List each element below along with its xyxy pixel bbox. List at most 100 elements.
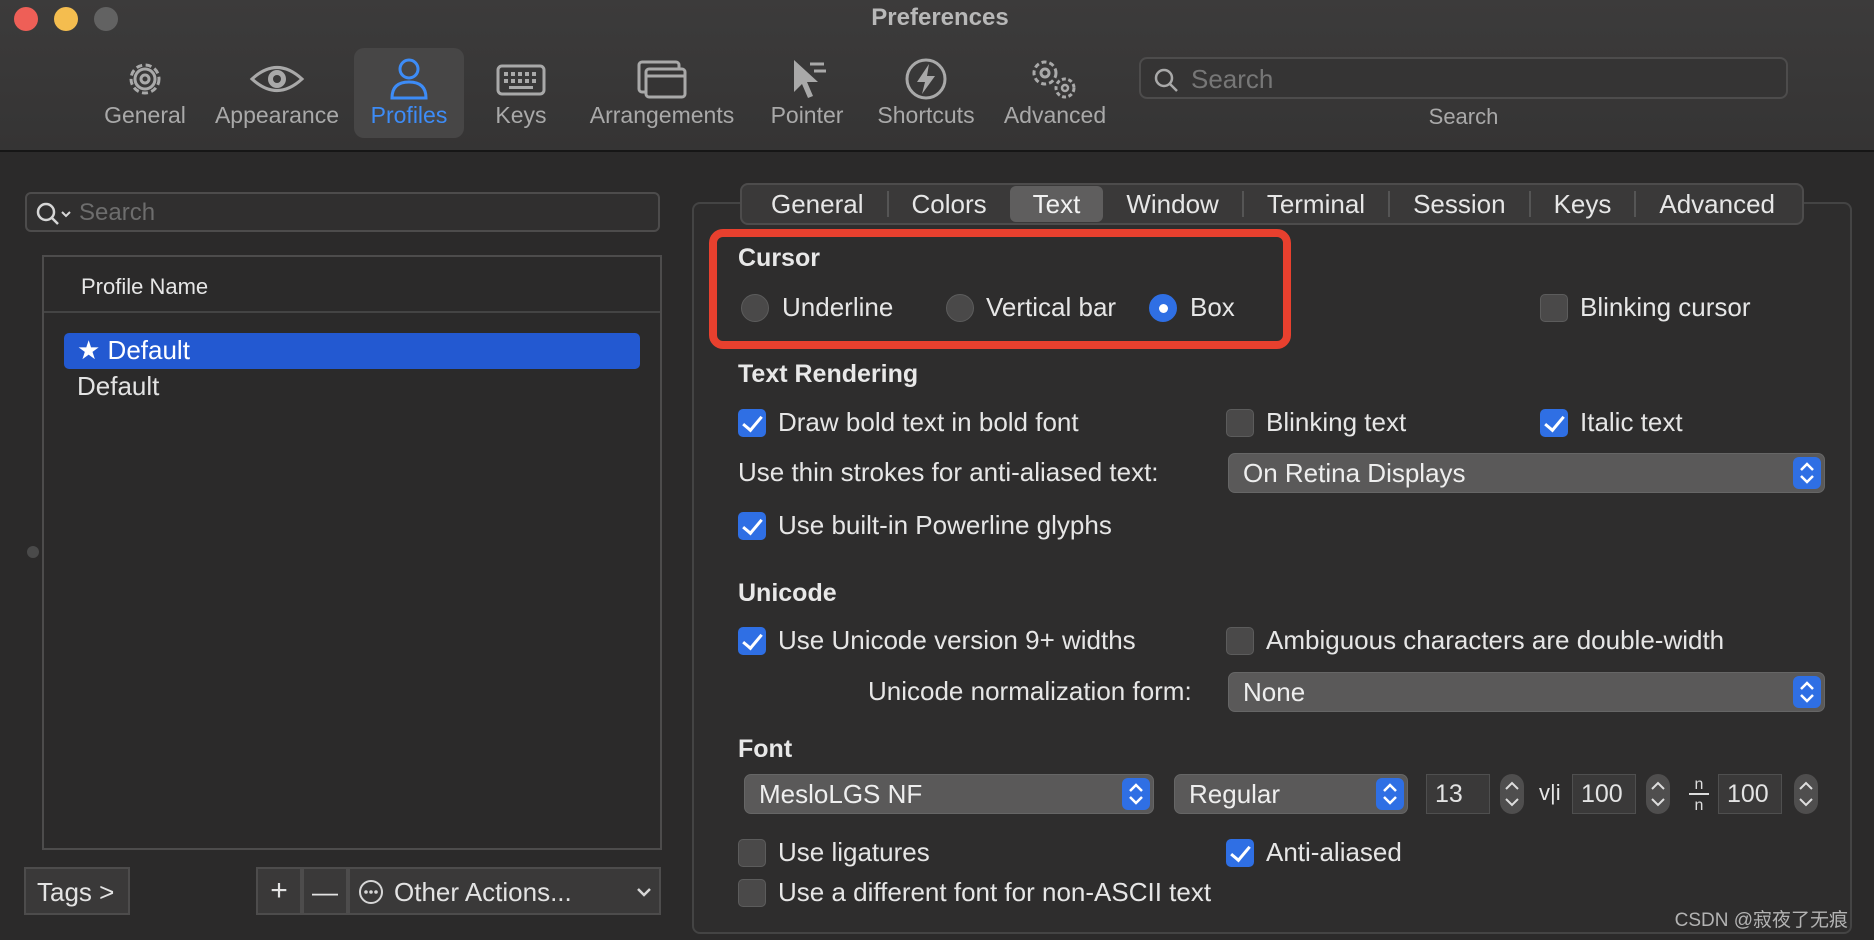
toolbar-label: Advanced bbox=[1003, 102, 1107, 128]
vertical-spacing-icon: n n bbox=[1689, 776, 1709, 812]
pointer-icon bbox=[794, 60, 826, 98]
tab-session[interactable]: Session bbox=[1390, 186, 1529, 222]
font-family-value: MesloLGS NF bbox=[759, 779, 923, 809]
toolbar-pointer[interactable]: Pointer bbox=[764, 48, 850, 138]
updown-chevron-icon bbox=[1793, 676, 1821, 708]
watermark: CSDN @寂夜了无痕 bbox=[1674, 910, 1848, 931]
toolbar-advanced[interactable]: Advanced bbox=[998, 48, 1112, 138]
toolbar-profiles[interactable]: Profiles bbox=[354, 48, 464, 138]
column-header-label: Profile Name bbox=[81, 274, 209, 299]
unicode-widths-checkbox[interactable] bbox=[738, 627, 766, 655]
profile-search-field[interactable] bbox=[25, 192, 660, 232]
font-size-field[interactable]: 13 bbox=[1426, 774, 1490, 814]
tab-window[interactable]: Window bbox=[1103, 186, 1241, 222]
blinking-cursor-label: Blinking cursor bbox=[1580, 292, 1751, 322]
horizontal-spacing-stepper[interactable] bbox=[1646, 774, 1670, 814]
font-style-value: Regular bbox=[1189, 779, 1281, 809]
powerline-glyphs-checkbox[interactable] bbox=[738, 512, 766, 540]
thin-strokes-select[interactable]: On Retina Displays bbox=[1228, 453, 1825, 493]
add-profile-label: + bbox=[270, 874, 288, 907]
blinking-text-checkbox[interactable] bbox=[1226, 409, 1254, 437]
non-ascii-font-label: Use a different font for non-ASCII text bbox=[778, 877, 1212, 907]
powerline-glyphs-label: Use built-in Powerline glyphs bbox=[778, 510, 1112, 540]
toolbar-label: Shortcuts bbox=[877, 102, 975, 128]
anti-aliased-checkbox[interactable] bbox=[1226, 839, 1254, 867]
svg-text:n: n bbox=[1695, 797, 1704, 812]
ambiguous-double-width-checkbox[interactable] bbox=[1226, 627, 1254, 655]
unicode-section-title: Unicode bbox=[738, 579, 837, 607]
tags-button[interactable]: Tags > bbox=[24, 867, 130, 915]
tab-keys[interactable]: Keys bbox=[1531, 186, 1635, 222]
remove-profile-label: — bbox=[312, 877, 338, 907]
tags-button-label: Tags > bbox=[37, 877, 115, 907]
person-icon bbox=[390, 58, 428, 100]
toolbar-label: Keys bbox=[495, 102, 547, 128]
font-section-title: Font bbox=[738, 735, 793, 763]
updown-chevron-icon bbox=[1122, 778, 1150, 810]
toolbar-label: Pointer bbox=[770, 102, 844, 128]
font-style-select[interactable]: Regular bbox=[1174, 774, 1408, 814]
updown-chevron-icon bbox=[1799, 781, 1813, 807]
split-view-handle[interactable] bbox=[27, 546, 39, 558]
blinking-text-label: Blinking text bbox=[1266, 407, 1407, 437]
chevron-down-icon bbox=[637, 888, 651, 897]
other-actions-button[interactable]: Other Actions... bbox=[348, 867, 661, 915]
normalization-form-select[interactable]: None bbox=[1228, 672, 1825, 712]
tab-general[interactable]: General bbox=[748, 186, 887, 222]
tab-colors[interactable]: Colors bbox=[889, 186, 1010, 222]
profile-name-column-header[interactable]: Profile Name bbox=[44, 257, 660, 313]
profile-row[interactable]: Default bbox=[64, 369, 640, 405]
profile-row[interactable]: ★ Default bbox=[64, 333, 640, 369]
horizontal-spacing-field[interactable]: 100 bbox=[1572, 774, 1636, 814]
toolbar-search-input[interactable] bbox=[1191, 64, 1771, 94]
font-family-select[interactable]: MesloLGS NF bbox=[744, 774, 1154, 814]
keyboard-icon bbox=[496, 64, 546, 96]
tab-terminal[interactable]: Terminal bbox=[1244, 186, 1388, 222]
anti-aliased-label: Anti-aliased bbox=[1266, 837, 1402, 867]
remove-profile-button[interactable]: — bbox=[302, 867, 348, 915]
toolbar-label: Appearance bbox=[214, 102, 340, 128]
ligatures-checkbox[interactable] bbox=[738, 839, 766, 867]
vertical-spacing-stepper[interactable] bbox=[1794, 774, 1818, 814]
toolbar-general[interactable]: General bbox=[96, 48, 194, 138]
font-size-stepper[interactable] bbox=[1500, 774, 1524, 814]
normalization-form-value: None bbox=[1243, 677, 1306, 707]
italic-text-label: Italic text bbox=[1580, 407, 1683, 437]
window-title: Preferences bbox=[871, 4, 1009, 31]
bolt-icon bbox=[905, 58, 947, 100]
toolbar-search-field[interactable] bbox=[1139, 57, 1788, 99]
toolbar-appearance[interactable]: Appearance bbox=[210, 48, 344, 138]
star-icon: ★ bbox=[77, 335, 101, 365]
profile-row-label: Default bbox=[77, 371, 160, 401]
ligatures-label: Use ligatures bbox=[778, 837, 930, 867]
toolbar-arrangements[interactable]: Arrangements bbox=[586, 48, 738, 138]
thin-strokes-label: Use thin strokes for anti-aliased text: bbox=[738, 457, 1159, 487]
profile-search-input[interactable] bbox=[79, 199, 639, 227]
non-ascii-font-checkbox[interactable] bbox=[738, 879, 766, 907]
italic-text-checkbox[interactable] bbox=[1540, 409, 1568, 437]
ambiguous-double-width-label: Ambiguous characters are double-width bbox=[1266, 625, 1725, 655]
bold-font-checkbox[interactable] bbox=[738, 409, 766, 437]
windows-icon bbox=[637, 60, 687, 99]
add-profile-button[interactable]: + bbox=[256, 867, 302, 915]
thin-strokes-value: On Retina Displays bbox=[1243, 458, 1466, 488]
toolbar-shortcuts[interactable]: Shortcuts bbox=[872, 48, 980, 138]
unicode-widths-label: Use Unicode version 9+ widths bbox=[778, 625, 1136, 655]
updown-chevron-icon bbox=[1651, 781, 1665, 807]
annotation-highlight-box bbox=[709, 229, 1291, 349]
settings-tabbar: General Colors Text Window Terminal Sess… bbox=[740, 183, 1804, 225]
svg-text:n: n bbox=[1695, 776, 1704, 793]
titlebar: Preferences General Appearance Profiles bbox=[0, 0, 1874, 152]
vertical-spacing-field[interactable]: 100 bbox=[1718, 774, 1782, 814]
updown-chevron-icon bbox=[1793, 457, 1821, 489]
toolbar-label: General bbox=[104, 102, 186, 128]
search-dropdown-icon bbox=[36, 202, 71, 225]
toolbar-label: Arrangements bbox=[589, 102, 735, 128]
updown-chevron-icon bbox=[1376, 778, 1404, 810]
toolbar-keys[interactable]: Keys bbox=[474, 48, 568, 138]
tab-advanced[interactable]: Advanced bbox=[1636, 186, 1798, 222]
other-actions-label: Other Actions... bbox=[394, 877, 572, 907]
tab-text[interactable]: Text bbox=[1009, 186, 1104, 222]
horizontal-spacing-icon: v|i bbox=[1539, 780, 1561, 805]
blinking-cursor-checkbox[interactable] bbox=[1540, 294, 1568, 322]
